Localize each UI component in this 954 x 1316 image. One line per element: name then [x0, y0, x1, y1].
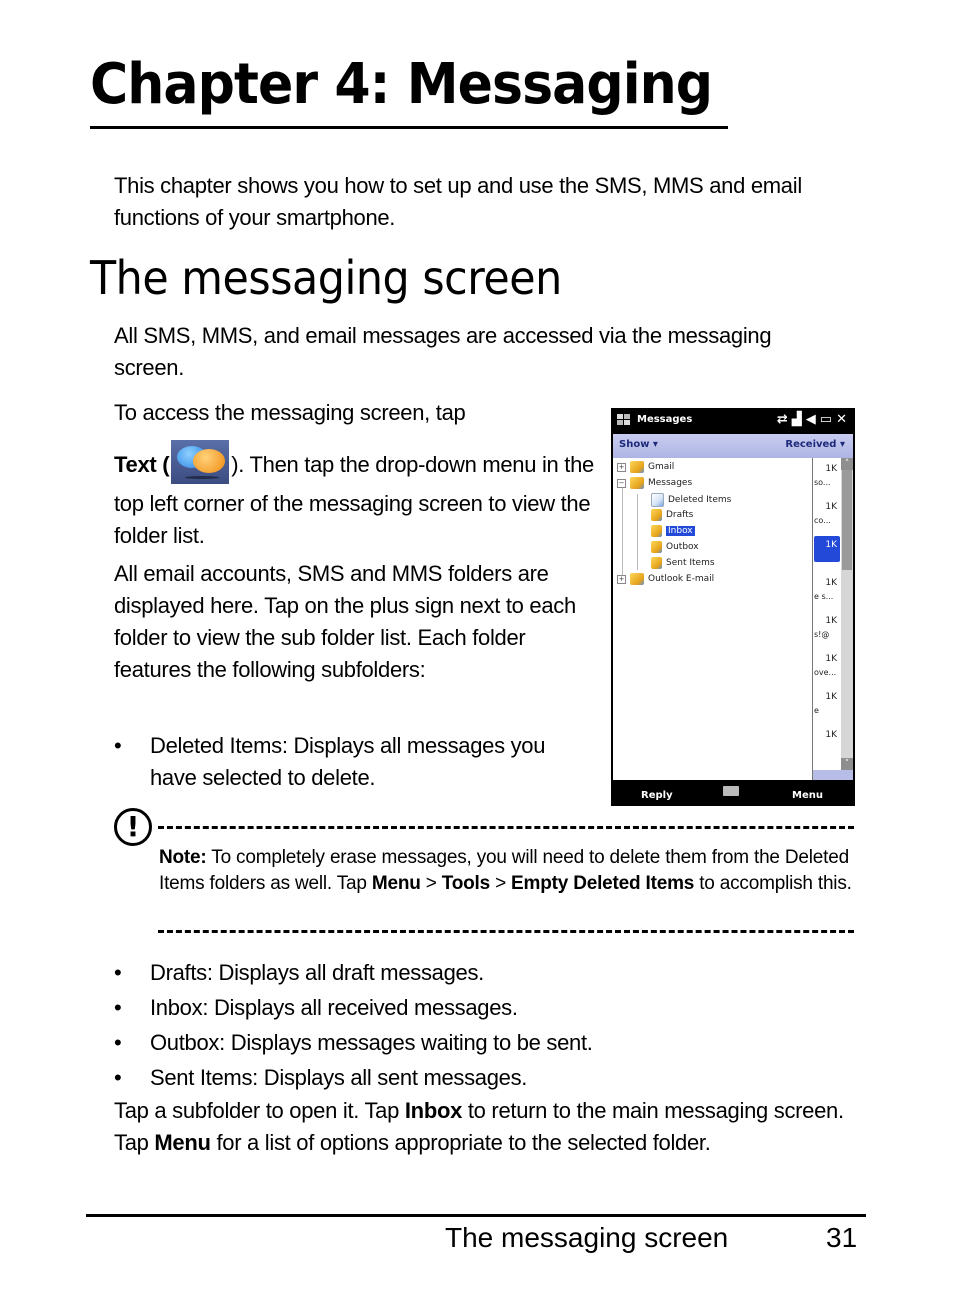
message-size: 1K — [825, 502, 837, 512]
message-snippet: so... — [814, 478, 831, 487]
collapse-icon[interactable]: − — [617, 478, 626, 488]
message-snippet: e s... — [814, 592, 834, 601]
signal-icon: ▟ — [791, 412, 806, 427]
expand-icon[interactable]: + — [617, 462, 626, 472]
message-size: 1K — [825, 692, 837, 702]
scroll-down-icon[interactable]: ˅ — [841, 758, 853, 770]
text-label: Text ( — [114, 451, 170, 477]
folder-icon — [630, 477, 644, 489]
bullet-item: • Deleted Items: Displays all messages y… — [114, 730, 594, 794]
bullet-item: • Inbox: Displays all received messages. — [114, 995, 518, 1020]
message-size: 1K — [825, 464, 837, 474]
page-number: 31 — [826, 1222, 858, 1253]
volume-icon: ◀ — [805, 412, 820, 427]
phone-menu-bar: Show ▾ Received ▾ — [613, 434, 853, 458]
chevron-down-icon: ▾ — [839, 439, 845, 450]
chapter-title-rule — [90, 126, 728, 129]
folder-sent-items[interactable]: Sent Items — [651, 557, 715, 569]
show-dropdown[interactable]: Show ▾ — [619, 439, 658, 450]
bullet-item: • Drafts: Displays all draft messages. — [114, 960, 484, 985]
folder-outlook-email[interactable]: + Outlook E-mail — [617, 573, 714, 585]
deleted-items-icon — [651, 493, 664, 507]
chapter-title: Chapter 4: Messaging — [90, 52, 713, 117]
footer-rule — [86, 1214, 866, 1217]
message-snippet: e — [814, 706, 819, 715]
phone-status-icons: ⇄▟◀▭✕ — [777, 412, 851, 427]
section-para-3: All email accounts, SMS and MMS folders … — [114, 561, 576, 682]
message-size: 1K — [825, 730, 837, 740]
bullet-list-top: • Deleted Items: Displays all messages y… — [114, 730, 594, 794]
message-size: 1K — [825, 616, 837, 626]
phone-title-bar: Messages ⇄▟◀▭✕ — [611, 408, 855, 434]
outbox-icon — [651, 541, 662, 553]
message-size: 1K — [825, 578, 837, 588]
folder-tree: + Gmail − Messages Deleted Items Drafts In… — [613, 458, 813, 780]
closing-paragraph: Tap a subfolder to open it. Tap Inbox to… — [114, 1098, 844, 1155]
phone-screenshot: Messages ⇄▟◀▭✕ Show ▾ Received ▾ 1K so..… — [611, 408, 855, 806]
warning-icon: ! — [114, 808, 152, 846]
folder-drafts[interactable]: Drafts — [651, 509, 693, 521]
phone-app-title: Messages — [637, 414, 693, 425]
text-messaging-icon — [171, 440, 230, 484]
footer-section-title: The messaging screen — [445, 1222, 729, 1253]
scroll-up-icon[interactable]: ˄ — [841, 458, 853, 470]
drafts-icon — [651, 509, 662, 521]
bullet-text: Deleted Items: Displays all messages you… — [150, 733, 546, 790]
battery-icon: ▭ — [819, 412, 837, 427]
chapter-intro: This chapter shows you how to set up and… — [114, 173, 802, 230]
folder-outbox[interactable]: Outbox — [651, 541, 699, 553]
folder-icon — [630, 461, 644, 473]
bullet-item: • Sent Items: Displays all sent messages. — [114, 1065, 528, 1090]
windows-logo-icon[interactable] — [617, 414, 631, 426]
phone-content: 1K so... 1K co... 1K 1K e s... 1K s!@ 1K… — [613, 458, 853, 780]
received-dropdown[interactable]: Received ▾ — [785, 439, 845, 450]
message-snippet: co... — [814, 516, 831, 525]
note-divider-bottom — [158, 930, 854, 933]
message-size: 1K — [825, 540, 837, 550]
message-size: 1K — [825, 654, 837, 664]
keyboard-icon[interactable] — [723, 786, 739, 796]
section-para-2-line1: To access the messaging screen, tap — [114, 400, 466, 425]
chevron-down-icon: ▾ — [652, 439, 658, 450]
note-divider-top — [158, 826, 854, 829]
sync-icon: ⇄ — [776, 412, 792, 427]
bullet-list-bottom: • Drafts: Displays all draft messages. • I… — [114, 955, 854, 1095]
bullet-item: • Outbox: Displays messages waiting to be… — [114, 1030, 593, 1055]
folder-icon — [630, 573, 644, 585]
message-snippet: ove... — [814, 668, 837, 677]
sent-items-icon — [651, 557, 662, 569]
inbox-icon — [651, 525, 662, 537]
folder-messages[interactable]: − Messages — [617, 477, 692, 489]
scroll-thumb[interactable] — [842, 470, 852, 570]
message-snippet: s!@ — [814, 630, 830, 639]
menu-softkey[interactable]: Menu — [792, 790, 823, 801]
folder-inbox[interactable]: Inbox — [651, 525, 695, 537]
folder-gmail[interactable]: + Gmail — [617, 461, 674, 473]
folder-deleted-items[interactable]: Deleted Items — [651, 493, 731, 507]
scrollbar[interactable]: ˄ ˅ — [841, 458, 853, 770]
phone-softkey-bar: Reply Menu — [611, 780, 855, 806]
section-title: The messaging screen — [90, 251, 562, 305]
note-text: Note: To completely erase messages, you … — [159, 847, 852, 894]
message-list: 1K so... 1K co... 1K 1K e s... 1K s!@ 1K… — [813, 458, 841, 770]
reply-softkey[interactable]: Reply — [641, 790, 673, 801]
section-para-1: All SMS, MMS, and email messages are acc… — [114, 323, 772, 380]
close-icon[interactable]: ✕ — [836, 412, 851, 427]
section-para-2: Text (). Then tap the drop-down menu in … — [114, 440, 594, 552]
expand-icon[interactable]: + — [617, 574, 626, 584]
